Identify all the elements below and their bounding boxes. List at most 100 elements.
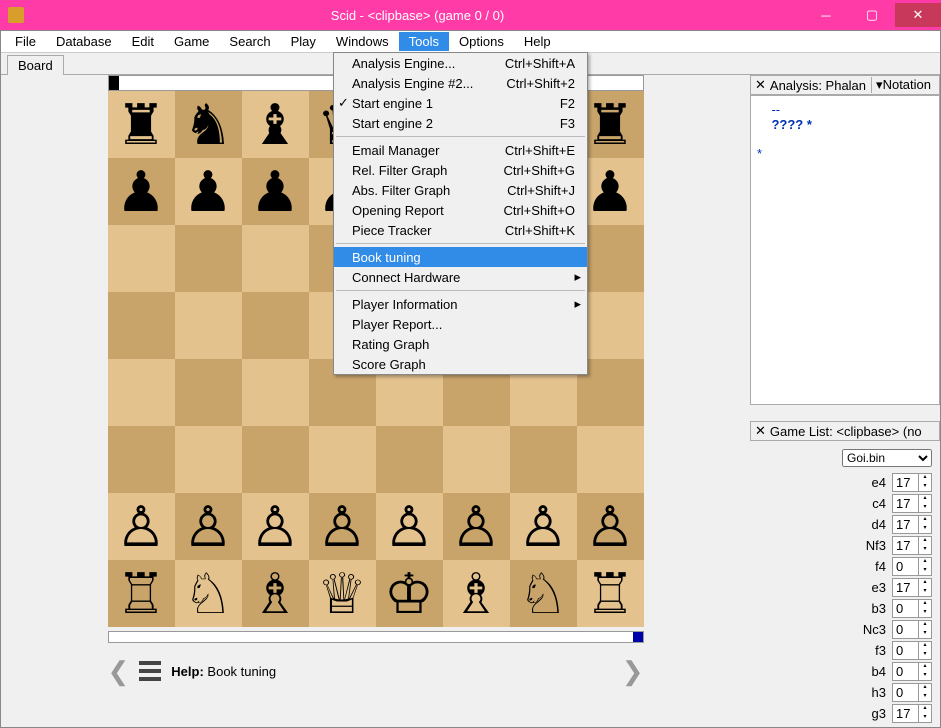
move-weight-spinner[interactable]: 17▴▾	[892, 494, 932, 513]
menu-item[interactable]: Rel. Filter GraphCtrl+Shift+G	[334, 160, 587, 180]
move-weight-spinner[interactable]: 0▴▾	[892, 620, 932, 639]
menu-item[interactable]: Book tuning	[334, 247, 587, 267]
menu-edit[interactable]: Edit	[122, 32, 164, 51]
board-square[interactable]	[108, 426, 175, 493]
move-label: f4	[875, 559, 886, 574]
menu-windows[interactable]: Windows	[326, 32, 399, 51]
move-weight-spinner[interactable]: 0▴▾	[892, 641, 932, 660]
board-square[interactable]	[309, 426, 376, 493]
menu-icon[interactable]	[139, 661, 161, 681]
tools-dropdown: Analysis Engine...Ctrl+Shift+AAnalysis E…	[333, 52, 588, 375]
menu-search[interactable]: Search	[219, 32, 280, 51]
board-square[interactable]	[242, 292, 309, 359]
board-square[interactable]: ♟	[108, 158, 175, 225]
menu-item[interactable]: Connect Hardware	[334, 267, 587, 287]
board-square[interactable]: ♖	[108, 560, 175, 627]
menu-game[interactable]: Game	[164, 32, 219, 51]
menu-item[interactable]: Player Information	[334, 294, 587, 314]
board-square[interactable]	[242, 225, 309, 292]
gamelist-header-label[interactable]: Game List: <clipbase> (no	[770, 424, 935, 439]
move-weight-spinner[interactable]: 17▴▾	[892, 473, 932, 492]
board-square[interactable]: ♗	[242, 560, 309, 627]
minimize-button[interactable]: ─	[803, 3, 849, 27]
menu-item[interactable]: Start engine 2F3	[334, 113, 587, 133]
board-square[interactable]	[242, 426, 309, 493]
menu-item[interactable]: Analysis Engine #2...Ctrl+Shift+2	[334, 73, 587, 93]
board-square[interactable]	[175, 225, 242, 292]
board-square[interactable]: ♙	[510, 493, 577, 560]
panel-close-icon[interactable]: ✕	[755, 423, 766, 439]
board-square[interactable]: ♙	[242, 493, 309, 560]
board-square[interactable]: ♜	[108, 91, 175, 158]
close-button[interactable]: ✕	[895, 3, 941, 27]
board-square[interactable]	[175, 359, 242, 426]
menubar: File Database Edit Game Search Play Wind…	[1, 31, 940, 53]
book-move-row: e417▴▾	[758, 473, 932, 492]
move-weight-spinner[interactable]: 0▴▾	[892, 683, 932, 702]
notation-tab[interactable]: ▾Notation	[871, 77, 935, 93]
board-square[interactable]: ♕	[309, 560, 376, 627]
board-square[interactable]: ♗	[443, 560, 510, 627]
menu-help[interactable]: Help	[514, 32, 561, 51]
board-square[interactable]: ♙	[108, 493, 175, 560]
menu-item[interactable]: Player Report...	[334, 314, 587, 334]
board-square[interactable]	[577, 426, 644, 493]
menu-item[interactable]: Start engine 1F2	[334, 93, 587, 113]
maximize-button[interactable]: ▢	[849, 3, 895, 27]
board-square[interactable]: ♟	[175, 158, 242, 225]
board-square[interactable]: ♖	[577, 560, 644, 627]
menu-tools[interactable]: Tools	[399, 32, 449, 51]
move-weight-spinner[interactable]: 17▴▾	[892, 704, 932, 723]
board-square[interactable]	[242, 359, 309, 426]
menu-item[interactable]: Piece TrackerCtrl+Shift+K	[334, 220, 587, 240]
menu-file[interactable]: File	[5, 32, 46, 51]
move-label: e3	[872, 580, 886, 595]
menu-item[interactable]: Opening ReportCtrl+Shift+O	[334, 200, 587, 220]
board-square[interactable]: ♙	[376, 493, 443, 560]
move-weight-spinner[interactable]: 0▴▾	[892, 662, 932, 681]
move-weight-spinner[interactable]: 17▴▾	[892, 536, 932, 555]
board-square[interactable]: ♙	[309, 493, 376, 560]
prev-icon[interactable]: ❮	[108, 656, 130, 687]
board-square[interactable]: ♙	[577, 493, 644, 560]
board-square[interactable]	[510, 426, 577, 493]
menu-database[interactable]: Database	[46, 32, 122, 51]
analysis-panel-header: ✕ Analysis: Phalan ▾Notation	[750, 75, 940, 95]
help-label: Help:	[171, 664, 204, 679]
board-square[interactable]: ♝	[242, 91, 309, 158]
move-weight-spinner[interactable]: 17▴▾	[892, 578, 932, 597]
board-square[interactable]	[175, 292, 242, 359]
board-square[interactable]	[108, 225, 175, 292]
book-move-row: b40▴▾	[758, 662, 932, 681]
move-weight-spinner[interactable]: 17▴▾	[892, 515, 932, 534]
board-square[interactable]: ♘	[510, 560, 577, 627]
board-square[interactable]: ♘	[175, 560, 242, 627]
menu-item[interactable]: Analysis Engine...Ctrl+Shift+A	[334, 53, 587, 73]
board-square[interactable]	[376, 426, 443, 493]
board-square[interactable]: ♙	[443, 493, 510, 560]
board-square[interactable]: ♞	[175, 91, 242, 158]
menu-item[interactable]: Abs. Filter GraphCtrl+Shift+J	[334, 180, 587, 200]
menu-item[interactable]: Rating Graph	[334, 334, 587, 354]
menu-item[interactable]: Score Graph	[334, 354, 587, 374]
menu-item[interactable]: Email ManagerCtrl+Shift+E	[334, 140, 587, 160]
move-label: Nc3	[863, 622, 886, 637]
book-select[interactable]: Goi.bin	[842, 449, 932, 467]
next-icon[interactable]: ❯	[622, 656, 644, 687]
menu-options[interactable]: Options	[449, 32, 514, 51]
analysis-output: -- ???? * *	[750, 95, 940, 405]
board-square[interactable]: ♙	[175, 493, 242, 560]
move-weight-spinner[interactable]: 0▴▾	[892, 557, 932, 576]
board-square[interactable]	[108, 359, 175, 426]
book-move-row: Nc3 0▴▾	[758, 620, 932, 639]
move-weight-spinner[interactable]: 0▴▾	[892, 599, 932, 618]
board-square[interactable]: ♔	[376, 560, 443, 627]
board-square[interactable]: ♟	[242, 158, 309, 225]
board-square[interactable]	[443, 426, 510, 493]
panel-close-icon[interactable]: ✕	[755, 77, 766, 93]
tab-board[interactable]: Board	[7, 55, 64, 75]
board-square[interactable]	[175, 426, 242, 493]
menu-play[interactable]: Play	[281, 32, 326, 51]
analysis-tab-label[interactable]: Analysis: Phalan	[770, 78, 871, 93]
board-square[interactable]	[108, 292, 175, 359]
